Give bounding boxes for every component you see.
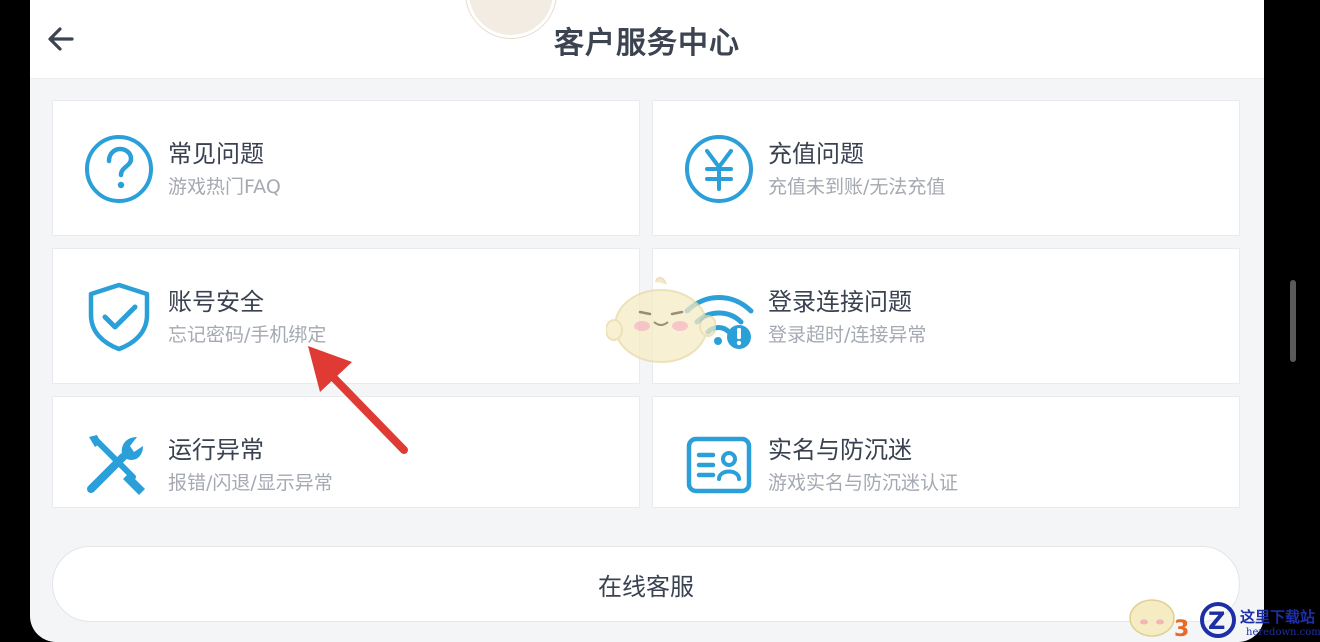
card-recharge[interactable]: 充值问题 充值未到账/无法充值 (652, 100, 1240, 236)
card-title: 充值问题 (768, 140, 864, 168)
card-subtitle: 游戏实名与防沉迷认证 (768, 472, 959, 494)
watermark-text: 这里下载站 (1240, 608, 1316, 626)
card-title: 常见问题 (168, 140, 264, 168)
yen-circle-icon (683, 133, 755, 205)
wrench-screwdriver-icon (83, 429, 155, 501)
svg-text:3: 3 (1174, 617, 1189, 642)
svg-text:Z: Z (1208, 607, 1225, 635)
online-service-button[interactable]: 在线客服 (52, 546, 1240, 622)
header-bar: 客户服务中心 (30, 0, 1264, 79)
scrollbar-handle[interactable] (1290, 280, 1296, 362)
shield-check-icon (83, 281, 155, 353)
card-title: 运行异常 (168, 436, 264, 464)
card-login-connection[interactable]: 登录连接问题 登录超时/连接异常 (652, 248, 1240, 384)
id-card-icon (683, 429, 755, 501)
card-real-name-verification[interactable]: 实名与防沉迷 游戏实名与防沉迷认证 (652, 396, 1240, 508)
mascot-overlay-icon (606, 277, 716, 363)
page-title: 客户服务中心 (554, 26, 740, 61)
annotation-arrow-icon (308, 346, 408, 454)
card-subtitle: 充值未到账/无法充值 (768, 176, 946, 198)
watermark-url: heredown.com (1246, 627, 1320, 638)
question-circle-icon (83, 133, 155, 205)
card-title: 实名与防沉迷 (768, 436, 912, 464)
card-title: 登录连接问题 (768, 288, 912, 316)
card-subtitle: 报错/闪退/显示异常 (168, 472, 333, 494)
card-title: 账号安全 (168, 288, 264, 316)
card-subtitle: 游戏热门FAQ (168, 176, 281, 198)
card-faq[interactable]: 常见问题 游戏热门FAQ (52, 100, 640, 236)
card-subtitle: 登录超时/连接异常 (768, 324, 927, 346)
